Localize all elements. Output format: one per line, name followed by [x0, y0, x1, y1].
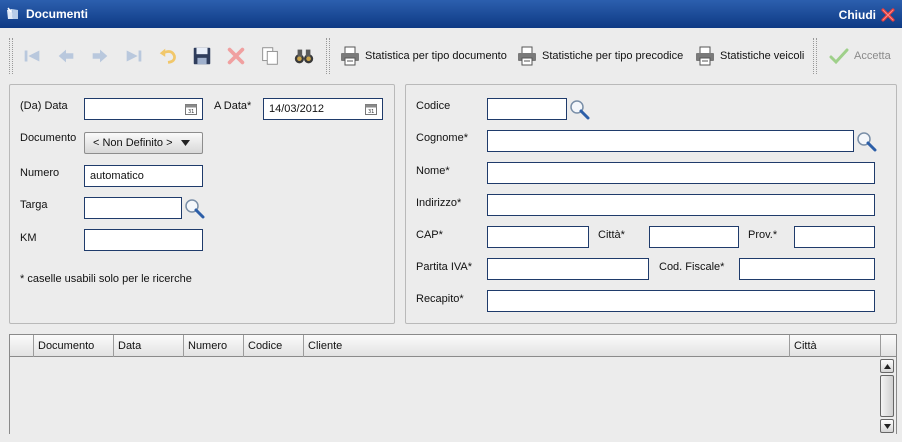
column-header-spacer [880, 335, 896, 357]
column-header-data[interactable]: Data [113, 335, 183, 357]
cf-field[interactable] [739, 258, 875, 280]
table-body[interactable] [10, 358, 896, 434]
targa-label: Targa [20, 199, 48, 211]
codice-field[interactable] [487, 98, 567, 120]
printer-icon [518, 46, 536, 66]
citta-field[interactable] [649, 226, 739, 248]
a-data-label: A Data* [214, 100, 252, 112]
stat-veicoli-label: Statistiche veicoli [720, 50, 805, 62]
arrow-down-icon [883, 423, 891, 429]
prov-label: Prov.* [748, 229, 778, 241]
last-icon[interactable] [122, 44, 146, 68]
da-data-label: (Da) Data [20, 100, 68, 112]
numero-field[interactable]: automatico [84, 165, 203, 187]
citta-label: Città* [598, 229, 625, 241]
toolbar-grip[interactable] [9, 38, 13, 74]
window-title: Documenti [26, 7, 89, 21]
close-button[interactable]: Chiudi [839, 6, 896, 24]
toolbar-separator [813, 38, 817, 74]
copy-icon[interactable] [258, 44, 282, 68]
indirizzo-field[interactable] [487, 194, 875, 216]
calendar-icon[interactable]: 31 [185, 103, 197, 115]
documento-select[interactable]: < Non Definito > [84, 132, 203, 154]
nome-label: Nome* [416, 165, 450, 177]
stat-tipo-precodice-button[interactable]: Statistiche per tipo precodice [516, 44, 683, 68]
svg-text:31: 31 [368, 109, 374, 115]
close-icon [881, 8, 895, 22]
title-bar: Documenti Chiudi [0, 0, 902, 28]
column-header-citta[interactable]: Città [789, 335, 880, 357]
arrow-up-icon [883, 363, 891, 369]
numero-label: Numero [20, 167, 60, 179]
undo-icon[interactable] [156, 44, 180, 68]
cap-label: CAP* [416, 229, 443, 241]
column-header-documento[interactable]: Documento [33, 335, 113, 357]
delete-icon[interactable] [224, 44, 248, 68]
printer-icon [341, 46, 359, 66]
cognome-label: Cognome* [416, 132, 468, 144]
km-label: KM [20, 232, 37, 244]
stat-tipo-documento-label: Statistica per tipo documento [365, 50, 507, 62]
accetta-button[interactable]: Accetta [828, 44, 891, 68]
cf-label: Cod. Fiscale* [659, 261, 725, 273]
book-icon [7, 7, 18, 19]
documento-label: Documento [20, 132, 77, 144]
scroll-thumb[interactable] [880, 375, 894, 417]
save-icon[interactable] [190, 44, 214, 68]
indirizzo-label: Indirizzo* [416, 197, 462, 209]
nome-field[interactable] [487, 162, 875, 184]
column-header-numero[interactable]: Numero [183, 335, 243, 357]
a-data-field[interactable]: 14/03/2012 31 [263, 98, 383, 120]
piva-field[interactable] [487, 258, 649, 280]
table-header: Documento Data Numero Codice Cliente Cit… [10, 335, 896, 357]
search-note: * caselle usabili solo per le ricerche [20, 273, 192, 285]
vertical-scrollbar[interactable] [880, 359, 894, 433]
close-label: Chiudi [838, 8, 876, 22]
customer-panel: Codice Cognome* Nome* Indirizzo* CAP* Ci… [405, 84, 897, 324]
left-filter-panel: (Da) Data 31 A Data* 14/03/2012 31 Docum… [9, 84, 395, 324]
search-icon[interactable] [183, 197, 205, 219]
printer-icon [696, 46, 714, 66]
results-table[interactable]: Documento Data Numero Codice Cliente Cit… [9, 334, 897, 434]
svg-text:31: 31 [188, 109, 194, 115]
check-icon [829, 48, 849, 65]
codice-label: Codice [416, 100, 451, 112]
stat-veicoli-button[interactable]: Statistiche veicoli [694, 44, 804, 68]
prov-field[interactable] [794, 226, 875, 248]
column-header-cliente[interactable]: Cliente [303, 335, 789, 357]
documento-select-value: < Non Definito > [93, 137, 173, 149]
first-icon[interactable] [20, 44, 44, 68]
search-icon[interactable] [568, 98, 590, 120]
search-icon[interactable] [855, 130, 877, 152]
column-header-codice[interactable]: Codice [243, 335, 303, 357]
calendar-icon[interactable]: 31 [365, 103, 377, 115]
accetta-label: Accetta [854, 50, 891, 62]
toolbar-separator [326, 38, 330, 74]
piva-label: Partita IVA* [416, 261, 473, 273]
next-icon[interactable] [88, 44, 112, 68]
toolbar: Statistica per tipo documento Statistich… [0, 28, 902, 86]
targa-field[interactable] [84, 197, 182, 219]
km-field[interactable] [84, 229, 203, 251]
scroll-down-button[interactable] [880, 419, 894, 433]
chevron-down-icon [180, 140, 190, 146]
stat-tipo-precodice-label: Statistiche per tipo precodice [542, 50, 684, 62]
da-data-field[interactable]: 31 [84, 98, 203, 120]
recapito-label: Recapito* [416, 293, 464, 305]
row-selector-header[interactable] [10, 335, 33, 357]
prev-icon[interactable] [54, 44, 78, 68]
scroll-up-button[interactable] [880, 359, 894, 373]
stat-tipo-documento-button[interactable]: Statistica per tipo documento [339, 44, 507, 68]
recapito-field[interactable] [487, 290, 875, 312]
cognome-field[interactable] [487, 130, 854, 152]
search-binoculars-icon[interactable] [292, 44, 316, 68]
cap-field[interactable] [487, 226, 589, 248]
